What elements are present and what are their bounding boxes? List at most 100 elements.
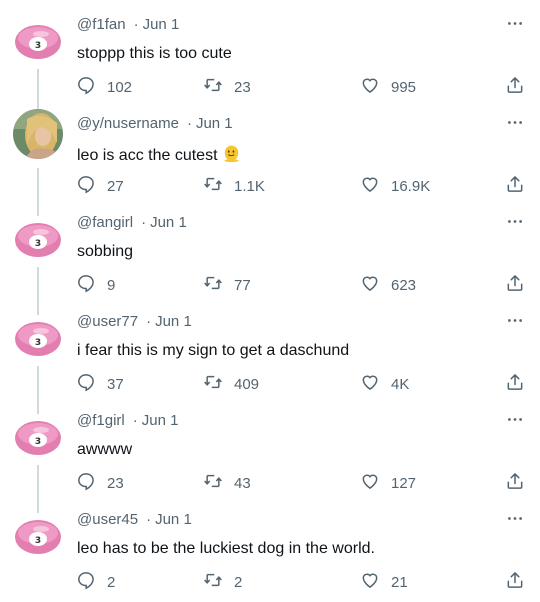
avatar[interactable]: 3 — [15, 414, 61, 460]
retweet-button[interactable]: 23 — [203, 75, 251, 99]
like-button[interactable]: 21 — [360, 570, 408, 594]
avatar[interactable]: 3 — [15, 18, 61, 64]
svg-text:3: 3 — [35, 338, 41, 348]
share-button[interactable] — [505, 471, 525, 495]
retweet-button[interactable]: 409 — [203, 372, 259, 396]
tweet-text: awwww — [77, 441, 132, 459]
reply-bubble-icon — [76, 570, 96, 594]
retweet-button[interactable]: 1.1K — [203, 174, 265, 198]
tweet-text: i fear this is my sign to get a daschund — [77, 342, 349, 360]
share-icon — [505, 471, 525, 495]
tweet-text-body: sobbing — [77, 243, 134, 260]
like-count: 21 — [391, 573, 408, 591]
reply-tweet[interactable]: @y/nusername · Jun 1 leo is acc the cutest 2… — [0, 109, 540, 217]
svg-text:3: 3 — [35, 239, 41, 249]
like-button[interactable]: 127 — [360, 471, 416, 495]
share-icon — [505, 273, 525, 297]
retweet-count: 43 — [234, 474, 251, 492]
avatar[interactable] — [13, 109, 63, 159]
avatar[interactable]: 3 — [15, 315, 61, 361]
avatar[interactable]: 3 — [15, 513, 61, 559]
retweet-count: 23 — [234, 78, 251, 96]
like-button[interactable]: 4K — [360, 372, 409, 396]
like-count: 623 — [391, 276, 417, 294]
tweet-text: leo is acc the cutest — [77, 144, 241, 168]
more-dots-icon[interactable] — [505, 511, 525, 525]
heart-icon — [360, 570, 380, 594]
tweet-meta: @user45 · Jun 1 — [77, 511, 192, 528]
like-button[interactable]: 16.9K — [360, 174, 430, 198]
retweet-icon — [203, 471, 223, 495]
tweet-text: stoppp this is too cute — [77, 45, 232, 63]
reply-count: 102 — [107, 78, 133, 96]
reply-bubble-icon — [76, 273, 96, 297]
share-button[interactable] — [505, 75, 525, 99]
more-dots-icon[interactable] — [505, 214, 525, 228]
tweet-text: leo has to be the luckiest dog in the wo… — [77, 540, 375, 558]
reply-tweet[interactable]: 3 @user45 · Jun 1 leo has to be the luckiest… — [0, 505, 540, 602]
share-icon — [505, 75, 525, 99]
more-dots-icon[interactable] — [505, 16, 525, 30]
separator-dot: · — [146, 511, 152, 528]
avatar[interactable]: 3 — [15, 216, 61, 262]
like-count: 4K — [391, 375, 410, 393]
reply-button[interactable]: 23 — [76, 471, 124, 495]
reply-tweet[interactable]: 3 @f1fan · Jun 1 stoppp this is too cute 102 2… — [0, 10, 540, 118]
retweet-button[interactable]: 2 — [203, 570, 242, 594]
separator-dot: · — [186, 115, 192, 132]
handle[interactable]: @f1girl — [77, 412, 125, 429]
tweet-text-body: leo has to be the luckiest dog in the wo… — [77, 540, 375, 557]
handle[interactable]: @fangirl — [77, 214, 133, 231]
retweet-count: 77 — [234, 276, 251, 294]
tweet-meta: @fangirl · Jun 1 — [77, 214, 187, 231]
timestamp[interactable]: Jun 1 — [150, 214, 187, 231]
reply-button[interactable]: 2 — [76, 570, 115, 594]
tweet-text-body: stoppp this is too cute — [77, 45, 232, 62]
share-button[interactable] — [505, 174, 525, 198]
timestamp[interactable]: Jun 1 — [155, 511, 192, 528]
svg-text:3: 3 — [35, 437, 41, 447]
like-button[interactable]: 995 — [360, 75, 416, 99]
retweet-count: 2 — [234, 573, 243, 591]
handle[interactable]: @f1fan — [77, 16, 126, 33]
reply-button[interactable]: 9 — [76, 273, 115, 297]
separator-dot: · — [133, 16, 139, 33]
tweet-meta: @user77 · Jun 1 — [77, 313, 192, 330]
tweet-text-body: leo is acc the cutest — [77, 147, 218, 164]
tweet-text-body: awwww — [77, 441, 133, 458]
retweet-button[interactable]: 77 — [203, 273, 251, 297]
reply-tweet[interactable]: 3 @fangirl · Jun 1 sobbing 9 77 623 — [0, 208, 540, 316]
tweet-meta: @f1fan · Jun 1 — [77, 16, 179, 33]
reply-tweet[interactable]: 3 @user77 · Jun 1 i fear this is my sign to … — [0, 307, 540, 415]
more-dots-icon[interactable] — [505, 412, 525, 426]
heart-icon — [360, 75, 380, 99]
like-count: 16.9K — [391, 177, 431, 195]
timestamp[interactable]: Jun 1 — [143, 16, 180, 33]
retweet-icon — [203, 75, 223, 99]
svg-text:3: 3 — [35, 41, 41, 51]
tweet-meta: @f1girl · Jun 1 — [77, 412, 178, 429]
handle[interactable]: @user45 — [77, 511, 138, 528]
timestamp[interactable]: Jun 1 — [142, 412, 179, 429]
share-button[interactable] — [505, 570, 525, 594]
reply-tweet[interactable]: 3 @f1girl · Jun 1 awwww 23 43 127 — [0, 406, 540, 514]
heart-icon — [360, 174, 380, 198]
more-dots-icon[interactable] — [505, 313, 525, 327]
retweet-button[interactable]: 43 — [203, 471, 251, 495]
share-button[interactable] — [505, 273, 525, 297]
reply-count: 9 — [107, 276, 116, 294]
reply-count: 2 — [107, 573, 116, 591]
share-icon — [505, 372, 525, 396]
handle[interactable]: @user77 — [77, 313, 138, 330]
heart-icon — [360, 372, 380, 396]
handle[interactable]: @y/nusername — [77, 115, 179, 132]
timestamp[interactable]: Jun 1 — [196, 115, 233, 132]
share-button[interactable] — [505, 372, 525, 396]
timestamp[interactable]: Jun 1 — [155, 313, 192, 330]
reply-button[interactable]: 37 — [76, 372, 124, 396]
like-button[interactable]: 623 — [360, 273, 416, 297]
reply-button[interactable]: 102 — [76, 75, 132, 99]
reply-button[interactable]: 27 — [76, 174, 124, 198]
svg-text:3: 3 — [35, 536, 41, 546]
more-dots-icon[interactable] — [505, 115, 525, 129]
